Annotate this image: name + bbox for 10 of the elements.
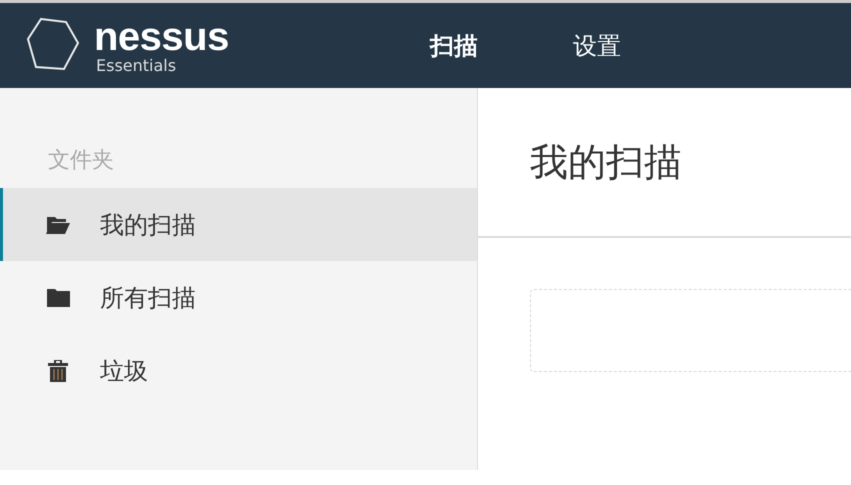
page-title: 我的扫描 bbox=[530, 138, 682, 186]
sidebar-item[interactable]: 垃圾 bbox=[0, 334, 477, 407]
sidebar-item[interactable]: 所有扫描 bbox=[0, 261, 477, 334]
sidebar-item[interactable]: 我的扫描 bbox=[0, 188, 477, 261]
trash-icon bbox=[46, 358, 70, 382]
logo-edition: Essentials bbox=[96, 56, 178, 74]
section-label: 文件夹 bbox=[48, 148, 114, 174]
nav-tab[interactable]: 扫描 bbox=[430, 30, 478, 62]
logo-name: nessus bbox=[94, 16, 229, 56]
nav-tab[interactable]: 设置 bbox=[573, 30, 621, 62]
